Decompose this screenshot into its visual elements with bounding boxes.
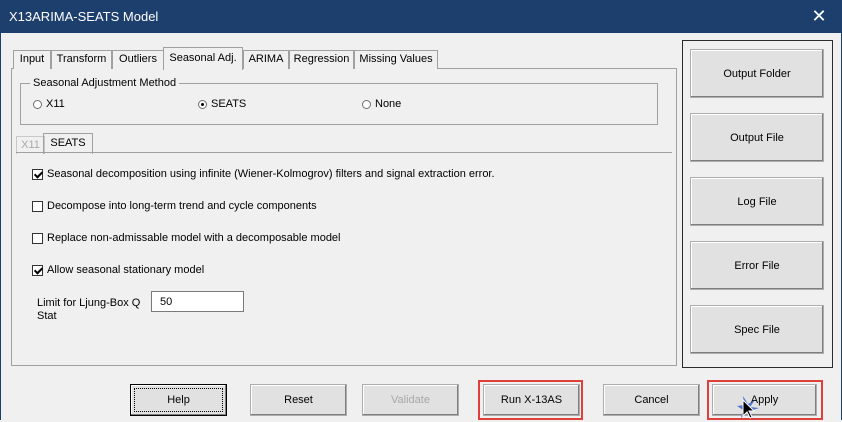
radio-seats-label: SEATS xyxy=(211,98,247,110)
help-button[interactable]: Help xyxy=(130,384,227,416)
radio-none[interactable]: None xyxy=(362,98,401,110)
tab-arima[interactable]: ARIMA xyxy=(243,50,289,69)
cancel-button[interactable]: Cancel xyxy=(603,384,700,416)
option-seasonal-stationary-checkbox[interactable] xyxy=(32,264,43,276)
window-border-left xyxy=(0,33,1,420)
window-title: X13ARIMA-SEATS Model xyxy=(9,9,159,24)
seasonal-method-group xyxy=(20,83,658,125)
option-replace-model[interactable]: Replace non-admissable model with a deco… xyxy=(32,232,341,244)
inner-tab-seats[interactable]: SEATS xyxy=(43,133,93,154)
tab-regression[interactable]: Regression xyxy=(289,50,354,69)
spec-file-button[interactable]: Spec File xyxy=(690,305,824,354)
reset-button[interactable]: Reset xyxy=(250,384,347,416)
ljung-box-label: Limit for Ljung-Box Q Stat xyxy=(37,297,141,322)
output-folder-button[interactable]: Output Folder xyxy=(690,49,824,98)
tab-seasonal-adj[interactable]: Seasonal Adj. xyxy=(163,47,243,70)
option-seasonal-stationary-label: Allow seasonal stationary model xyxy=(47,264,205,276)
option-decompose-trend-checkbox[interactable] xyxy=(32,200,43,212)
mouse-cursor-icon xyxy=(737,396,759,420)
radio-x11-label: X11 xyxy=(46,98,65,110)
log-file-button[interactable]: Log File xyxy=(690,177,824,226)
tab-outliers[interactable]: Outliers xyxy=(112,50,164,69)
tab-input[interactable]: Input xyxy=(13,50,51,69)
title-bar: X13ARIMA-SEATS Model ✕ xyxy=(0,0,842,33)
option-replace-model-checkbox[interactable] xyxy=(32,232,43,244)
option-replace-model-label: Replace non-admissable model with a deco… xyxy=(47,232,341,244)
ljung-box-input[interactable] xyxy=(151,291,244,312)
radio-none-label: None xyxy=(375,98,402,110)
error-file-button[interactable]: Error File xyxy=(690,241,824,290)
close-icon[interactable]: ✕ xyxy=(796,0,842,33)
radio-seats[interactable]: SEATS xyxy=(198,98,246,110)
seasonal-method-legend: Seasonal Adjustment Method xyxy=(30,77,180,89)
tab-transform[interactable]: Transform xyxy=(51,50,112,69)
option-infinite-filters[interactable]: Seasonal decomposition using infinite (W… xyxy=(32,168,495,180)
validate-button[interactable]: Validate xyxy=(362,384,459,416)
option-decompose-trend[interactable]: Decompose into long-term trend and cycle… xyxy=(32,200,317,212)
tab-missing-values[interactable]: Missing Values xyxy=(354,50,438,69)
radio-x11[interactable]: X11 xyxy=(33,98,65,110)
option-decompose-trend-label: Decompose into long-term trend and cycle… xyxy=(47,200,317,212)
run-x13as-button[interactable]: Run X-13AS xyxy=(483,384,580,416)
option-infinite-filters-label: Seasonal decomposition using infinite (W… xyxy=(47,168,495,180)
output-file-button[interactable]: Output File xyxy=(690,113,824,162)
option-infinite-filters-checkbox[interactable] xyxy=(32,168,43,180)
radio-seats-indicator[interactable] xyxy=(198,99,207,109)
radio-none-indicator[interactable] xyxy=(362,99,371,109)
radio-x11-indicator[interactable] xyxy=(33,99,42,109)
inner-tab-baseline xyxy=(16,152,672,153)
option-seasonal-stationary[interactable]: Allow seasonal stationary model xyxy=(32,264,204,276)
